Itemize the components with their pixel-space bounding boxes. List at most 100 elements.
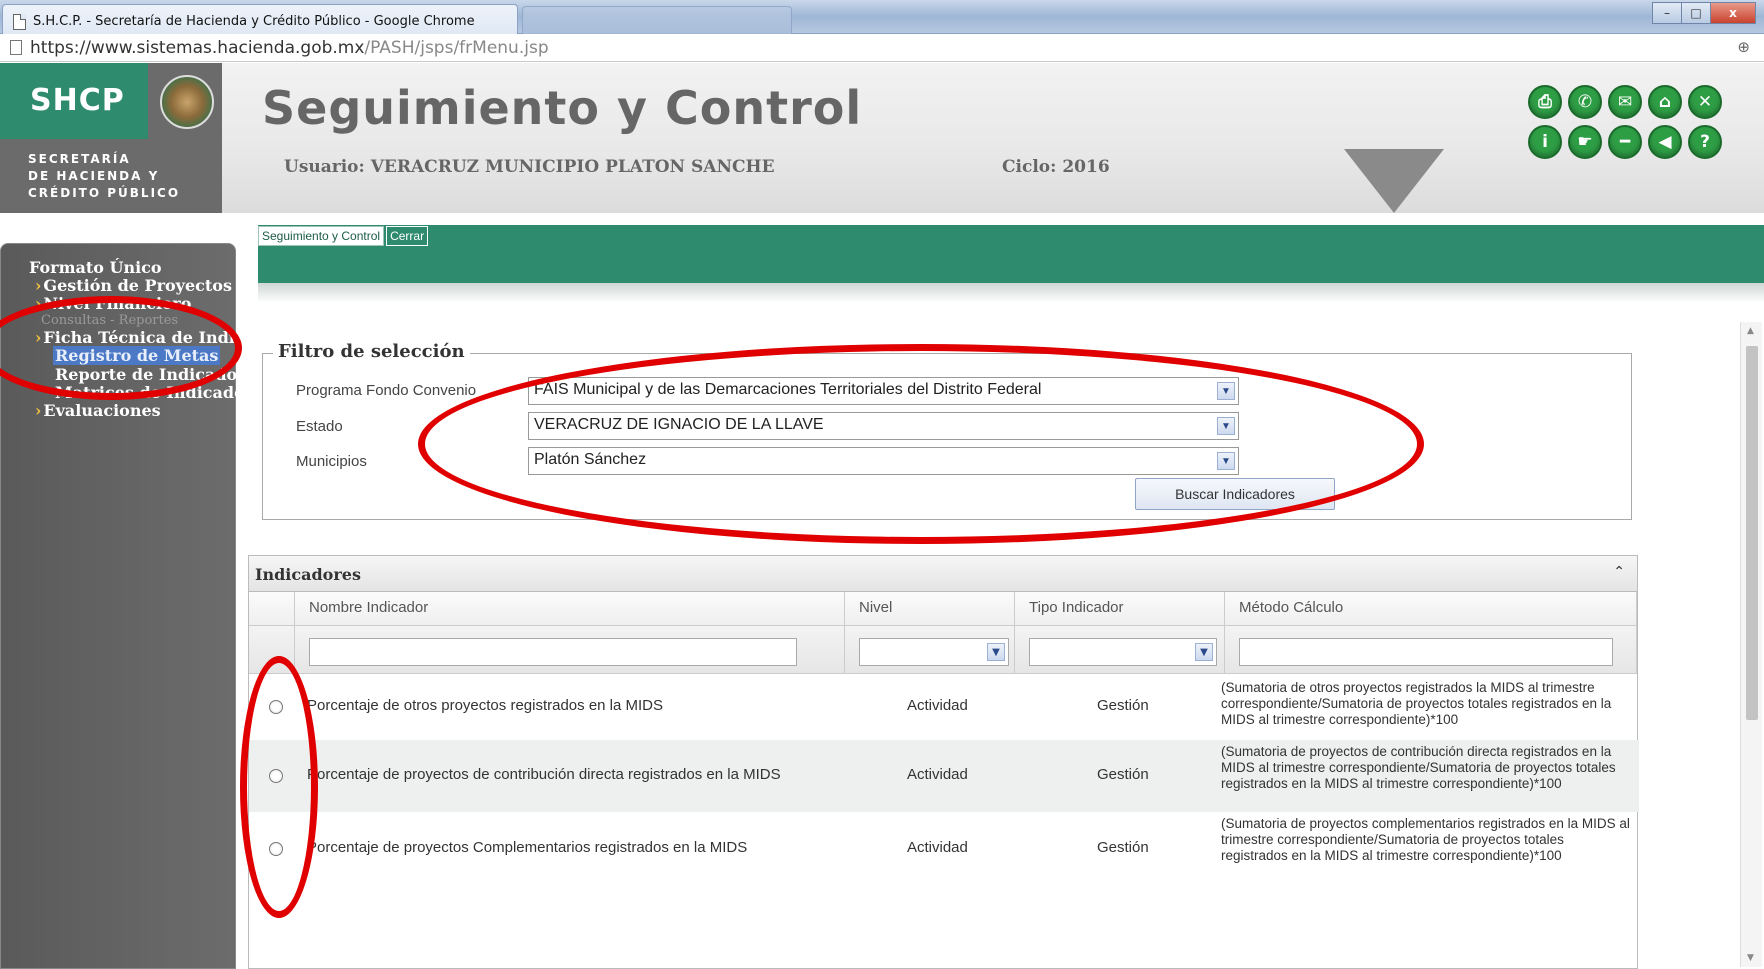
filter-cell-metodo [1225,626,1637,674]
indicadores-grid: Indicadores ⌃ Nombre Indicador Nivel Tip… [248,555,1639,969]
national-seal-icon [160,75,214,129]
nombre-cell: Porcentaje de otros proyectos registrado… [307,697,664,714]
table-row[interactable]: Porcentaje de proyectos Complementarios … [249,812,1639,886]
browser-tab-2[interactable] [522,6,792,34]
zoom-icon[interactable]: ⊕ [1737,38,1750,56]
row-radio[interactable] [269,842,283,856]
filter-cell-tipo: ▼ [1015,626,1225,674]
metodo-filter-input[interactable] [1239,638,1613,666]
url-text[interactable]: https://www.sistemas.hacienda.gob.mx/PAS… [30,38,549,58]
address-bar[interactable]: https://www.sistemas.hacienda.gob.mx/PAS… [0,34,1764,62]
sidebar-item-reporte-indicadores[interactable]: Reporte de Indicadore [55,365,256,384]
municipios-label: Municipios [296,453,367,470]
metodo-cell: (Sumatoria de proyectos de contribución … [1221,744,1616,791]
logo-subtitle: SECRETARÍA DE HACIENDA Y CRÉDITO PÚBLICO [28,151,180,202]
maximize-button[interactable]: □ [1681,2,1711,24]
sidebar-item-formato-unico[interactable]: Formato Único [29,258,162,277]
pointer-icon[interactable]: ☛ [1568,125,1602,159]
sidebar-item-nivel-financiero[interactable]: Nivel Financiero [35,294,191,313]
menu-tabs: Seguimiento y Control Cerrar [258,226,430,246]
municipios-value: Platón Sánchez [534,451,647,468]
sidebar-item-matrices[interactable]: Matrices de Indicado [55,383,245,402]
programa-select[interactable]: FAIS Municipal y de las Demarcaciones Te… [528,377,1239,405]
chevron-down-icon[interactable]: ▼ [1217,382,1235,400]
column-header-tipo[interactable]: Tipo Indicador [1015,592,1225,626]
user-label: Usuario: VERACRUZ MUNICIPIO PLATON SANCH… [284,157,775,177]
nombre-filter-input[interactable] [309,638,797,666]
metodo-cell: (Sumatoria de proyectos complementarios … [1221,816,1630,863]
minus-icon[interactable]: ━ [1608,125,1642,159]
print-icon[interactable]: ⎙ [1528,85,1562,119]
nombre-cell: Porcentaje de proyectos Complementarios … [307,839,748,856]
document-icon [13,14,26,30]
chevron-down-icon[interactable]: ▼ [1217,417,1235,435]
chevron-down-icon[interactable]: ▼ [1217,452,1235,470]
back-icon[interactable]: ◀ [1648,125,1682,159]
column-header-metodo[interactable]: Método Cálculo [1225,592,1637,626]
nivel-cell: Actividad [907,766,968,783]
close-window-button[interactable]: x [1710,2,1756,24]
logo-sub-line-1: SECRETARÍA [28,152,131,166]
url-path: /PASH/jsps/frMenu.jsp [364,38,549,58]
scroll-up-icon[interactable]: ▲ [1747,326,1754,336]
row-radio[interactable] [269,700,283,714]
tab-cerrar[interactable]: Cerrar [386,226,429,246]
sidebar-item-consultas[interactable]: Consultas - Reportes [41,313,178,328]
window-controls: – □ x [1652,2,1756,24]
info-icon[interactable]: i [1528,125,1562,159]
filter-cell-nivel: ▼ [845,626,1015,674]
table-row[interactable]: Porcentaje de proyectos de contribución … [249,740,1639,812]
sidebar-item-ficha-tecnica[interactable]: Ficha Técnica de Indic [35,328,244,347]
tipo-cell: Gestión [1097,697,1149,714]
tipo-cell: Gestión [1097,839,1149,856]
sidebar-item-registro-metas[interactable]: Registro de Metas [53,346,221,365]
column-header-nivel[interactable]: Nivel [845,592,1015,626]
chevron-down-icon[interactable]: ▼ [1195,643,1213,661]
scroll-thumb[interactable] [1746,346,1758,720]
collapse-icon[interactable]: ⌃ [1613,564,1625,580]
phone-icon[interactable]: ✆ [1568,85,1602,119]
logo-text: SHCP [30,83,125,118]
browser-tab[interactable]: S.H.C.P. - Secretaría de Hacienda y Créd… [2,4,518,34]
vertical-scrollbar[interactable]: ▲ ▼ [1740,322,1762,967]
url-base: https://www.sistemas.hacienda.gob.mx [30,38,365,58]
nombre-cell: Porcentaje de proyectos de contribución … [307,766,781,783]
help-icon[interactable]: ? [1688,125,1722,159]
municipios-select[interactable]: Platón Sánchez ▼ [528,447,1239,475]
estado-select[interactable]: VERACRUZ DE IGNACIO DE LA LLAVE ▼ [528,412,1239,440]
ciclo-label: Ciclo: 2016 [1002,157,1110,177]
sidebar: Formato Único Gestión de Proyectos Nivel… [0,243,256,969]
sidebar-item-evaluaciones[interactable]: Evaluaciones [35,401,160,420]
mail-icon[interactable]: ✉ [1608,85,1642,119]
tipo-filter-select[interactable]: ▼ [1029,638,1217,666]
home-icon[interactable]: ⌂ [1648,85,1682,119]
window-title: S.H.C.P. - Secretaría de Hacienda y Créd… [33,14,475,29]
table-row[interactable]: Porcentaje de otros proyectos registrado… [249,674,1639,740]
nivel-filter-select[interactable]: ▼ [859,638,1009,666]
chevron-down-icon[interactable]: ▼ [987,643,1005,661]
scroll-down-icon[interactable]: ▼ [1747,953,1754,963]
minimize-button[interactable]: – [1652,2,1682,24]
column-header-select [249,592,295,626]
nivel-cell: Actividad [907,839,968,856]
close-icon[interactable]: ✕ [1688,85,1722,119]
logo-sub-line-2: DE HACIENDA Y [28,169,160,183]
tab-seguimiento[interactable]: Seguimiento y Control [258,226,385,246]
site-header: SHCP SECRETARÍA DE HACIENDA Y CRÉDITO PÚ… [0,63,1764,213]
sidebar-item-gestion-proyectos[interactable]: Gestión de Proyectos [35,276,232,295]
filter-cell-nombre [295,626,845,674]
tipo-cell: Gestión [1097,766,1149,783]
decorative-shape [1344,149,1444,213]
page-icon [10,40,22,55]
app-title: Seguimiento y Control [262,81,863,135]
programa-label: Programa Fondo Convenio [296,382,477,399]
grid-title: Indicadores [255,565,361,584]
grid-header: Indicadores ⌃ [249,556,1637,592]
row-radio[interactable] [269,769,283,783]
buscar-indicadores-button[interactable]: Buscar Indicadores [1135,478,1335,510]
programa-value: FAIS Municipal y de las Demarcaciones Te… [534,381,1042,398]
estado-value: VERACRUZ DE IGNACIO DE LA LLAVE [534,416,824,433]
nivel-cell: Actividad [907,697,968,714]
column-header-nombre[interactable]: Nombre Indicador [295,592,845,626]
menu-bar [258,225,1764,303]
